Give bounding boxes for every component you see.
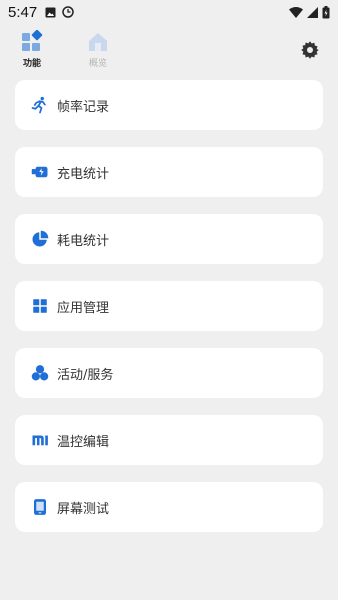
- notification-icons: [45, 6, 74, 18]
- apps-grid-icon: [31, 297, 49, 315]
- menu-item-label: 帧率记录: [57, 99, 110, 115]
- mi-logo-icon: [31, 431, 49, 449]
- battery-icon: [322, 5, 330, 18]
- menu-item-app-management[interactable]: 应用管理: [15, 281, 323, 331]
- menu-item-power-stats[interactable]: 耗电统计: [15, 214, 323, 264]
- top-navigation: 功能 概览: [0, 26, 338, 74]
- menu-item-label: 耗电统计: [57, 233, 110, 249]
- signal-icon: [307, 6, 318, 18]
- system-icons: [289, 5, 330, 19]
- settings-button[interactable]: [300, 40, 320, 60]
- tab-overview[interactable]: 概览: [78, 30, 118, 74]
- circles-icon: [31, 364, 49, 382]
- menu-item-screen-test[interactable]: 屏幕测试: [15, 482, 323, 532]
- menu-item-thermal-edit[interactable]: 温控编辑: [15, 415, 323, 465]
- menu-item-activity-service[interactable]: 活动/服务: [15, 348, 323, 398]
- running-icon: [31, 96, 49, 114]
- battery-charge-icon: [31, 163, 49, 181]
- home-icon: [89, 33, 107, 51]
- tab-functions-label: 功能: [22, 59, 41, 69]
- phone-screen-icon: [31, 498, 49, 516]
- menu-item-label: 活动/服务: [57, 367, 114, 383]
- gear-icon: [301, 41, 319, 59]
- pie-chart-icon: [31, 230, 49, 248]
- status-bar: 5:47: [0, 0, 338, 24]
- tab-functions[interactable]: 功能: [12, 30, 52, 74]
- image-notification-icon: [45, 7, 56, 17]
- tab-overview-label: 概览: [88, 59, 107, 69]
- menu-item-label: 屏幕测试: [57, 501, 110, 517]
- clock-icon: [62, 6, 74, 18]
- status-time: 5:47: [8, 3, 38, 21]
- menu-item-charge-stats[interactable]: 充电统计: [15, 147, 323, 197]
- wifi-icon: [289, 6, 303, 18]
- menu-item-fps-record[interactable]: 帧率记录: [15, 80, 323, 130]
- menu-item-label: 温控编辑: [57, 434, 110, 450]
- menu-item-label: 应用管理: [57, 300, 110, 316]
- menu-item-label: 充电统计: [57, 166, 110, 182]
- functions-grid-icon: [22, 30, 43, 51]
